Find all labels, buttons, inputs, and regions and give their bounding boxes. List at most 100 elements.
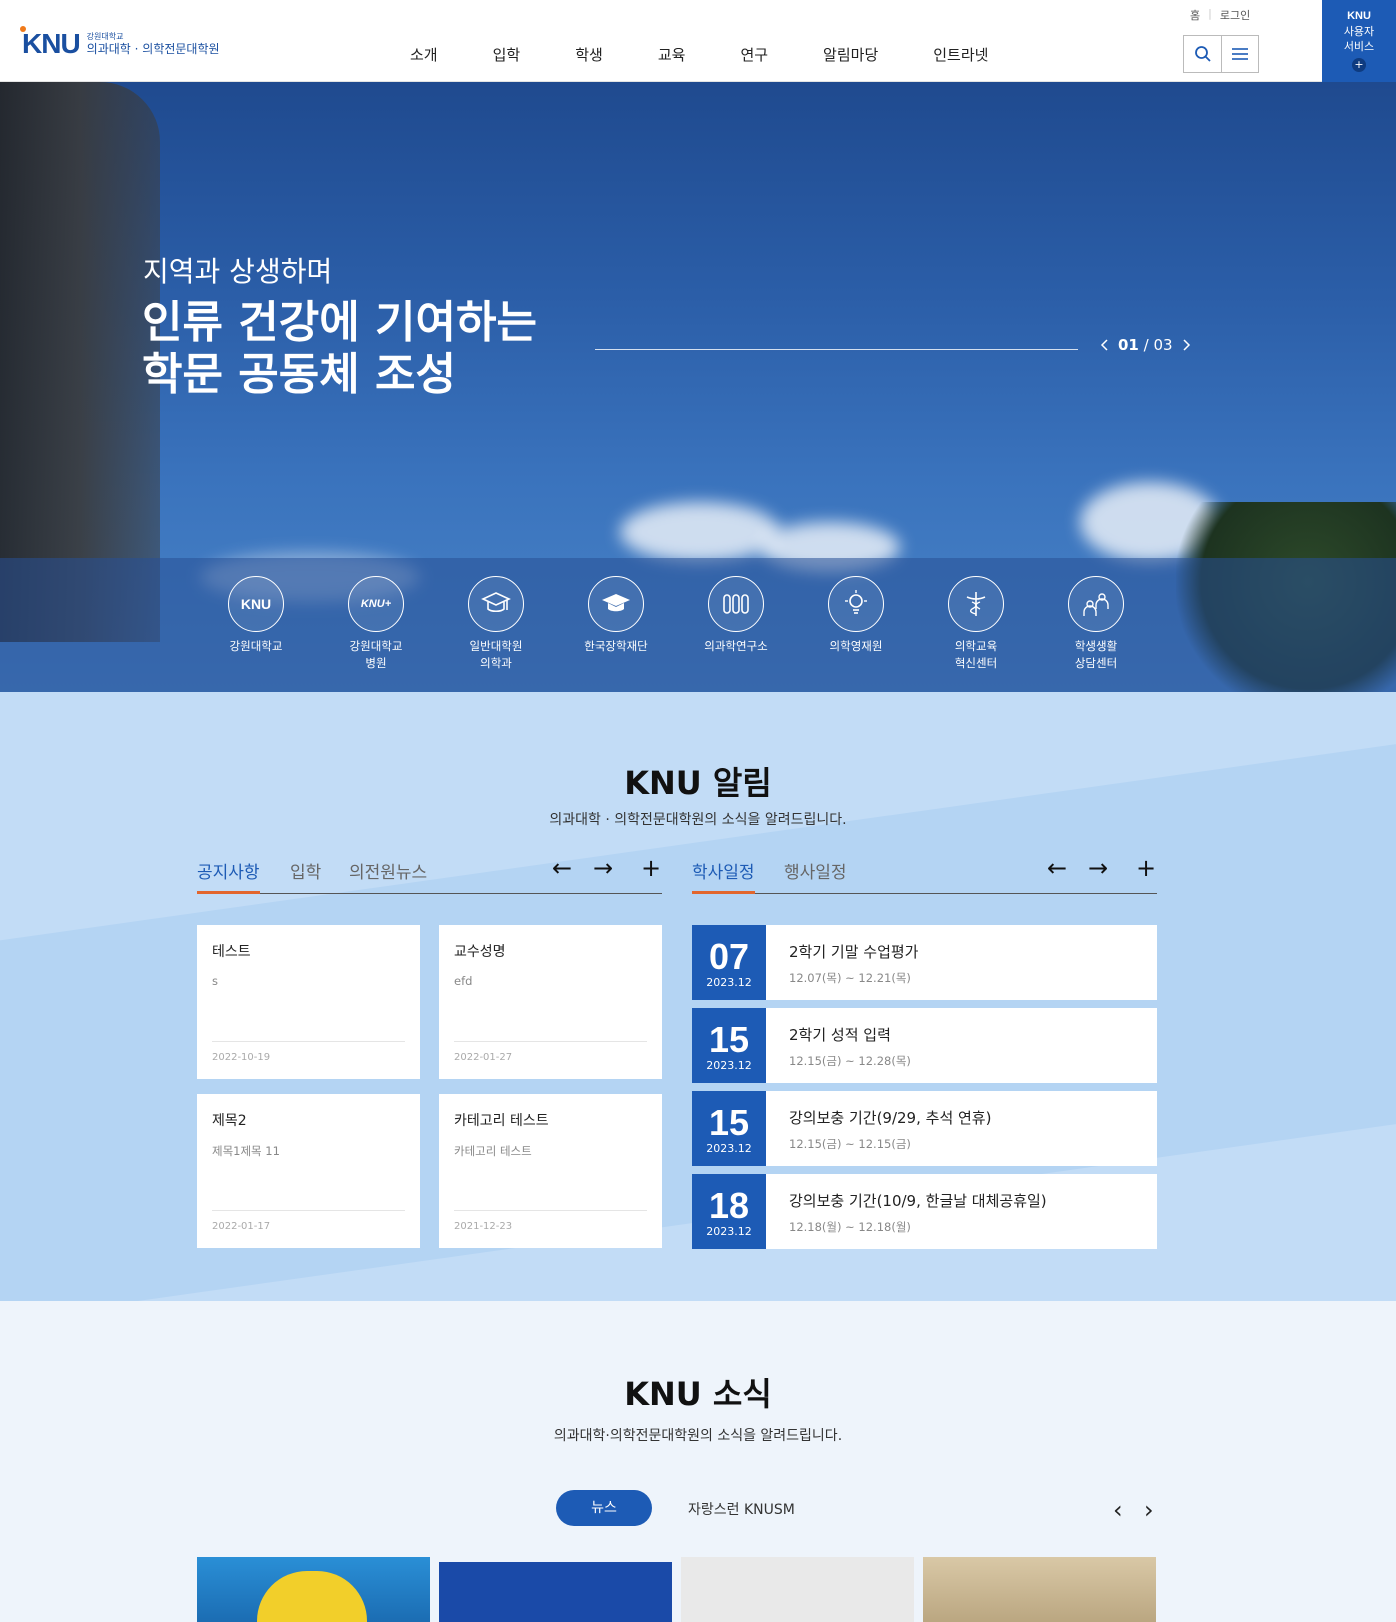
more-plus-icon[interactable]: + (1136, 854, 1156, 882)
chevron-left-icon[interactable]: ‹ (1113, 1496, 1123, 1524)
home-link[interactable]: 홈 (1190, 7, 1200, 23)
schedule-date-box: 07 2023.12 (692, 925, 766, 1000)
nav-item-research[interactable]: 연구 (740, 44, 768, 65)
counseling-icon (1068, 576, 1124, 632)
tab-academic-schedule[interactable]: 학사일정 (692, 858, 755, 894)
plus-icon: + (1352, 58, 1366, 72)
hero-pager: 01 / 03 (1100, 336, 1191, 354)
schedule-title: 강의보충 기간(9/29, 추석 연휴) (789, 1109, 992, 1127)
notice-card-date: 2021-12-23 (454, 1221, 513, 1232)
notice-card[interactable]: 제목2 제목1제목 11 2022-01-17 (197, 1094, 420, 1248)
knu-news-section: KNU 소식 의과대학·의학전문대학원의 소식을 알려드립니다. 뉴스 자랑스런… (0, 1301, 1396, 1622)
notice-card-desc: s (212, 974, 218, 988)
quick-label: 일반대학원 (469, 639, 523, 653)
hero-title-line1: 인류 건강에 기여하는 (142, 297, 537, 348)
hero-title-line2: 학문 공동체 조성 (142, 349, 456, 400)
caduceus-icon (948, 576, 1004, 632)
notice-card-date: 2022-10-19 (212, 1052, 271, 1063)
quick-link-scholarship[interactable]: 한국장학재단 (561, 576, 671, 655)
news-thumbnail[interactable] (923, 1557, 1156, 1622)
notice-section-title: KNU 알림 (624, 764, 772, 802)
tab-proud-knusm[interactable]: 자랑스런 KNUSM (688, 1499, 795, 1519)
quick-link-edu-innovation[interactable]: 의학교육 혁신센터 (921, 576, 1031, 672)
quick-label-2: 혁신센터 (954, 656, 998, 670)
schedule-month: 2023.12 (706, 1225, 752, 1238)
quick-links-bar: KNU 강원대학교 KNU+ 강원대학교 병원 일반대학원 의학과 한국장학재단… (0, 558, 1396, 692)
notice-card-title: 카테고리 테스트 (454, 1113, 549, 1129)
quick-label: 의학교육 (954, 639, 998, 653)
notice-card[interactable]: 테스트 s 2022-10-19 (197, 925, 420, 1079)
notice-card[interactable]: 교수성명 efd 2022-01-27 (439, 925, 662, 1079)
utility-links: 홈 | 로그인 (1190, 7, 1250, 23)
notice-card-date: 2022-01-17 (212, 1221, 271, 1232)
schedule-item[interactable]: 15 2023.12 2학기 성적 입력 12.15(금) ~ 12.28(목) (692, 1008, 1157, 1083)
nav-item-student[interactable]: 학생 (575, 44, 603, 65)
site-header: KNU 강원대학교 의과대학 · 의학전문대학원 소개 입학 학생 교육 연구 … (0, 0, 1396, 82)
knu-user-service-button[interactable]: KNU 사용자 서비스 + (1322, 0, 1396, 82)
quick-label: 한국장학재단 (584, 639, 648, 653)
tab-school-news[interactable]: 의전원뉴스 (349, 858, 427, 883)
quick-label-2: 의학과 (480, 656, 512, 670)
chevron-right-icon[interactable] (1183, 339, 1191, 351)
search-button[interactable] (1184, 36, 1221, 72)
more-plus-icon[interactable]: + (641, 854, 661, 882)
nav-item-intro[interactable]: 소개 (410, 44, 438, 65)
schedule-item[interactable]: 18 2023.12 강의보충 기간(10/9, 한글날 대체공휴일) 12.1… (692, 1174, 1157, 1249)
logo-main: 의과대학 · 의학전문대학원 (86, 42, 220, 56)
schedule-date-box: 18 2023.12 (692, 1174, 766, 1249)
nav-item-intranet[interactable]: 인트라넷 (933, 44, 988, 65)
quick-link-graduate[interactable]: 일반대학원 의학과 (441, 576, 551, 672)
tab-admission[interactable]: 입학 (290, 858, 321, 883)
quick-link-counseling[interactable]: 학생생활 상담센터 (1041, 576, 1151, 672)
hamburger-icon (1232, 48, 1248, 60)
login-link[interactable]: 로그인 (1220, 7, 1250, 23)
card-divider (454, 1041, 647, 1042)
chevron-left-icon[interactable] (1100, 339, 1108, 351)
card-divider (454, 1210, 647, 1211)
chevron-right-icon[interactable]: › (1144, 1496, 1154, 1524)
site-logo[interactable]: KNU 강원대학교 의과대학 · 의학전문대학원 (20, 26, 220, 60)
lightbulb-icon (828, 576, 884, 632)
schedule-day: 18 (708, 1185, 750, 1226)
quick-label: 의학영재원 (829, 639, 883, 653)
arrow-left-icon[interactable]: ← (552, 854, 572, 882)
main-nav: 소개 입학 학생 교육 연구 알림마당 인트라넷 (410, 44, 1043, 65)
hero-subtitle: 지역과 상생하며 (143, 255, 333, 288)
quick-label-2: 병원 (365, 656, 387, 670)
logo-mark-text: KNU (22, 28, 81, 59)
nav-item-admission[interactable]: 입학 (493, 44, 521, 65)
util-divider: | (1208, 7, 1212, 20)
notice-card[interactable]: 카테고리 테스트 카테고리 테스트 2021-12-23 (439, 1094, 662, 1248)
pager-sep: / (1138, 336, 1154, 354)
hero-title: 인류 건강에 기여하는 학문 공동체 조성 (142, 297, 537, 401)
quick-link-hospital[interactable]: KNU+ 강원대학교 병원 (321, 576, 431, 672)
news-thumbnail[interactable] (681, 1557, 914, 1622)
knu-logo-mark: KNU (20, 26, 81, 60)
service-label-1: KNU (1347, 10, 1371, 22)
news-thumbnail[interactable] (439, 1562, 672, 1622)
schedule-item[interactable]: 07 2023.12 2학기 기말 수업평가 12.07(목) ~ 12.21(… (692, 925, 1157, 1000)
arrow-right-icon[interactable]: → (593, 854, 613, 882)
arrow-left-icon[interactable]: ← (1047, 854, 1067, 882)
quick-link-gifted[interactable]: 의학영재원 (801, 576, 911, 655)
news-section-desc: 의과대학·의학전문대학원의 소식을 알려드립니다. (553, 1428, 843, 1444)
notice-card-desc: efd (454, 974, 473, 988)
news-section-title: KNU 소식 (624, 1375, 772, 1413)
arrow-right-icon[interactable]: → (1088, 854, 1108, 882)
tab-event-schedule[interactable]: 행사일정 (784, 858, 847, 883)
tab-news[interactable]: 뉴스 (556, 1490, 652, 1526)
nav-item-education[interactable]: 교육 (658, 44, 686, 65)
schedule-item[interactable]: 15 2023.12 강의보충 기간(9/29, 추석 연휴) 12.15(금)… (692, 1091, 1157, 1166)
menu-button[interactable] (1221, 36, 1258, 72)
nav-item-notice[interactable]: 알림마당 (823, 44, 878, 65)
notice-card-desc: 제목1제목 11 (212, 1144, 280, 1158)
knu-hospital-icon: KNU+ (348, 576, 404, 632)
logo-dot (20, 26, 26, 32)
quick-link-knu[interactable]: KNU 강원대학교 (201, 576, 311, 655)
schedule-date-box: 15 2023.12 (692, 1091, 766, 1166)
quick-link-research-institute[interactable]: 의과학연구소 (681, 576, 791, 655)
tab-announcement[interactable]: 공지사항 (197, 858, 260, 894)
card-divider (212, 1210, 405, 1211)
schedule-month: 2023.12 (706, 1059, 752, 1072)
news-thumbnail[interactable] (197, 1557, 430, 1622)
